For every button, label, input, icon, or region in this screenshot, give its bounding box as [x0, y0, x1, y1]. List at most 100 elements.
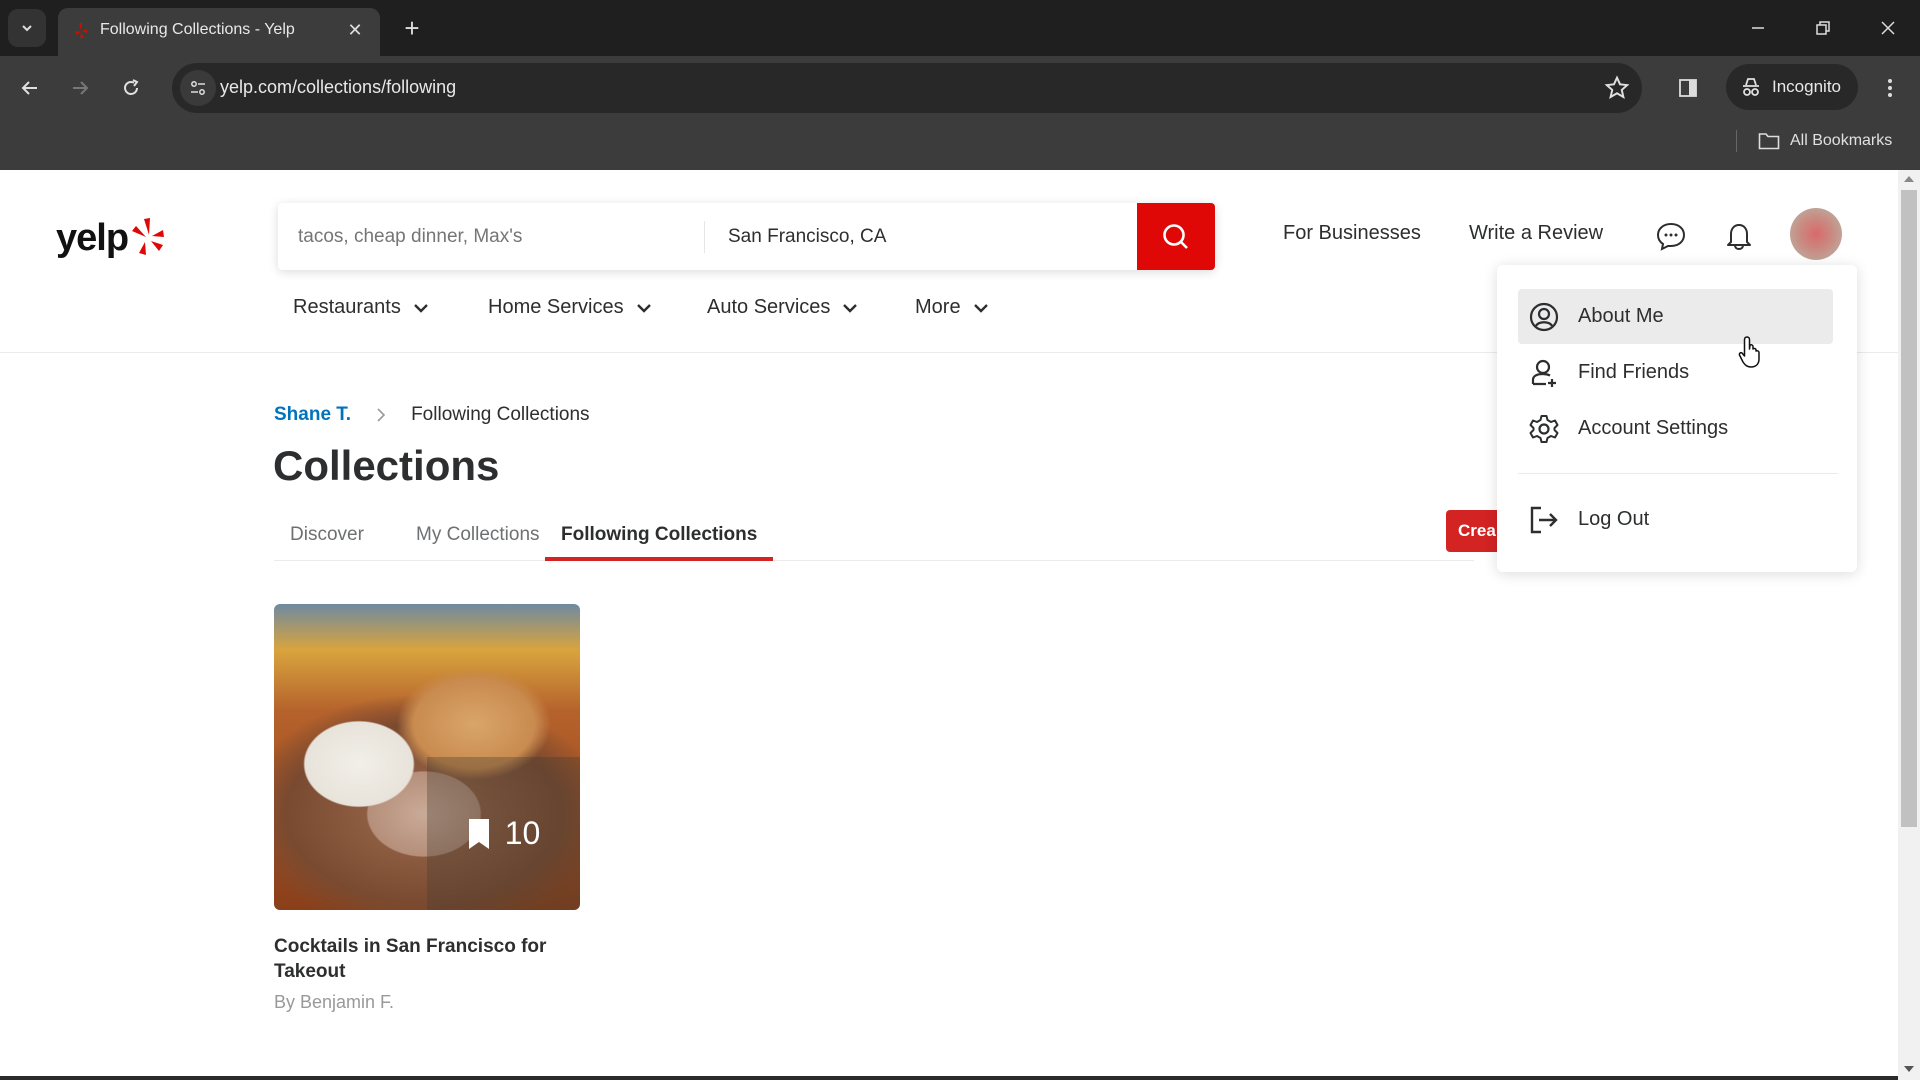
collection-cover-image[interactable]: 10	[274, 604, 580, 910]
user-avatar[interactable]	[1790, 208, 1842, 260]
nav-more[interactable]: More	[915, 296, 989, 319]
forward-button[interactable]	[62, 70, 98, 106]
nav-auto-services-label: Auto Services	[707, 296, 831, 318]
menu-divider	[1518, 473, 1838, 474]
collection-title[interactable]: Cocktails in San Francisco for Takeout	[274, 934, 574, 984]
nav-restaurants-label: Restaurants	[293, 296, 401, 318]
nav-home-services[interactable]: Home Services	[488, 296, 652, 319]
menu-item-find-friends[interactable]: Find Friends	[1518, 345, 1833, 400]
incognito-indicator[interactable]: Incognito	[1726, 64, 1858, 110]
page-scrollbar[interactable]	[1898, 170, 1920, 1080]
browser-toolbar: yelp.com/collections/following Incognito	[0, 56, 1920, 120]
page: yelp For Businesses Write a Review	[0, 170, 1898, 1080]
search-find-input[interactable]	[298, 203, 698, 270]
bell-icon	[1727, 224, 1751, 251]
browser-tab-active[interactable]: Following Collections - Yelp ✕	[58, 8, 380, 56]
arrow-left-icon	[21, 81, 37, 95]
user-dropdown-menu: About Me Find Friends Account Settings L…	[1497, 265, 1857, 572]
site-info-button[interactable]	[180, 70, 216, 106]
logout-icon	[1530, 506, 1558, 533]
reload-icon	[124, 79, 139, 95]
chat-bubble-icon	[1656, 222, 1686, 251]
close-window-button[interactable]	[1868, 10, 1908, 46]
tab-discover[interactable]: Discover	[274, 516, 380, 561]
all-bookmarks-button[interactable]: All Bookmarks	[1758, 128, 1892, 154]
chevron-down-icon	[413, 303, 428, 313]
incognito-icon	[1743, 78, 1759, 96]
collection-author: By Benjamin F.	[274, 992, 395, 1012]
menu-item-label: Find Friends	[1578, 361, 1690, 383]
scrollbar-thumb[interactable]	[1901, 190, 1917, 827]
arrow-right-icon	[73, 81, 89, 95]
close-tab-icon[interactable]: ✕	[342, 17, 368, 43]
logo-text: yelp	[56, 216, 129, 259]
search-divider	[704, 221, 705, 253]
url-text: yelp.com/collections/following	[220, 77, 457, 97]
folder-icon	[1758, 133, 1780, 150]
side-panel-icon	[1679, 79, 1697, 97]
search-location-input[interactable]	[728, 203, 1128, 270]
scroll-up-arrow-icon[interactable]	[1904, 176, 1914, 182]
nav-auto-services[interactable]: Auto Services	[707, 296, 858, 319]
user-circle-icon	[1529, 302, 1559, 331]
all-bookmarks-label: All Bookmarks	[1790, 132, 1893, 149]
chevron-down-icon	[973, 303, 988, 313]
minimize-icon	[1752, 27, 1764, 29]
search-button[interactable]	[1137, 203, 1215, 270]
chevron-down-icon	[22, 25, 32, 32]
for-businesses-link[interactable]: For Businesses	[1283, 222, 1421, 245]
bookmarks-bar: All Bookmarks	[0, 120, 1920, 170]
bookmark-star-icon[interactable]	[1604, 75, 1630, 101]
collection-count-overlay: 10	[427, 757, 580, 910]
search-icon	[1163, 223, 1188, 249]
menu-item-account-settings[interactable]: Account Settings	[1518, 401, 1833, 456]
notifications-button[interactable]	[1721, 218, 1757, 254]
scroll-down-arrow-icon[interactable]	[1904, 1066, 1914, 1072]
bookmark-icon	[468, 818, 489, 849]
collection-card[interactable]: 10 Cocktails in San Francisco for Takeou…	[274, 604, 580, 1013]
menu-item-label: About Me	[1578, 305, 1664, 327]
collection-count: 10	[504, 815, 541, 851]
breadcrumb-user-link[interactable]: Shane T.	[274, 404, 351, 426]
search-bar	[278, 203, 1215, 270]
chevron-down-icon	[843, 303, 858, 313]
hand-cursor-icon	[1738, 336, 1760, 368]
tab-my-collections[interactable]: My Collections	[400, 516, 556, 561]
tab-following-collections[interactable]: Following Collections	[545, 516, 774, 561]
menu-item-label: Account Settings	[1578, 417, 1729, 439]
tune-icon	[191, 81, 205, 95]
page-title: Collections	[273, 442, 500, 489]
chevron-right-icon	[377, 408, 386, 422]
tab-search-button[interactable]	[8, 9, 46, 47]
write-review-link[interactable]: Write a Review	[1469, 222, 1603, 245]
messages-button[interactable]	[1653, 218, 1689, 254]
menu-item-about-me[interactable]: About Me	[1518, 289, 1833, 344]
nav-more-label: More	[915, 296, 961, 318]
gear-icon	[1529, 414, 1559, 443]
close-icon	[1881, 21, 1895, 35]
reload-button[interactable]	[113, 70, 149, 106]
menu-item-log-out[interactable]: Log Out	[1518, 492, 1833, 547]
new-tab-button[interactable]: +	[396, 12, 428, 44]
tab-title: Following Collections - Yelp	[100, 21, 295, 38]
minimize-button[interactable]	[1738, 10, 1778, 46]
collections-tabs: Discover My Collections Following Collec…	[274, 516, 1474, 561]
tab-strip: Following Collections - Yelp ✕ +	[0, 0, 1920, 56]
side-panel-button[interactable]	[1670, 70, 1706, 106]
yelp-favicon-icon	[75, 23, 87, 38]
address-bar[interactable]: yelp.com/collections/following	[172, 63, 1642, 113]
incognito-label: Incognito	[1772, 77, 1841, 96]
nav-home-services-label: Home Services	[488, 296, 624, 318]
nav-restaurants[interactable]: Restaurants	[293, 296, 429, 319]
user-plus-icon	[1531, 359, 1556, 387]
browser-chrome: Following Collections - Yelp ✕ + yelp.co…	[0, 0, 1920, 170]
browser-menu-button[interactable]	[1872, 70, 1908, 106]
more-vertical-icon	[1888, 79, 1892, 97]
bookmarks-separator	[1736, 130, 1737, 152]
restore-button[interactable]	[1803, 10, 1843, 46]
menu-item-label: Log Out	[1578, 508, 1650, 530]
restore-icon	[1816, 21, 1830, 35]
yelp-burst-icon	[132, 218, 165, 255]
yelp-logo[interactable]: yelp	[56, 214, 166, 262]
back-button[interactable]	[12, 70, 48, 106]
